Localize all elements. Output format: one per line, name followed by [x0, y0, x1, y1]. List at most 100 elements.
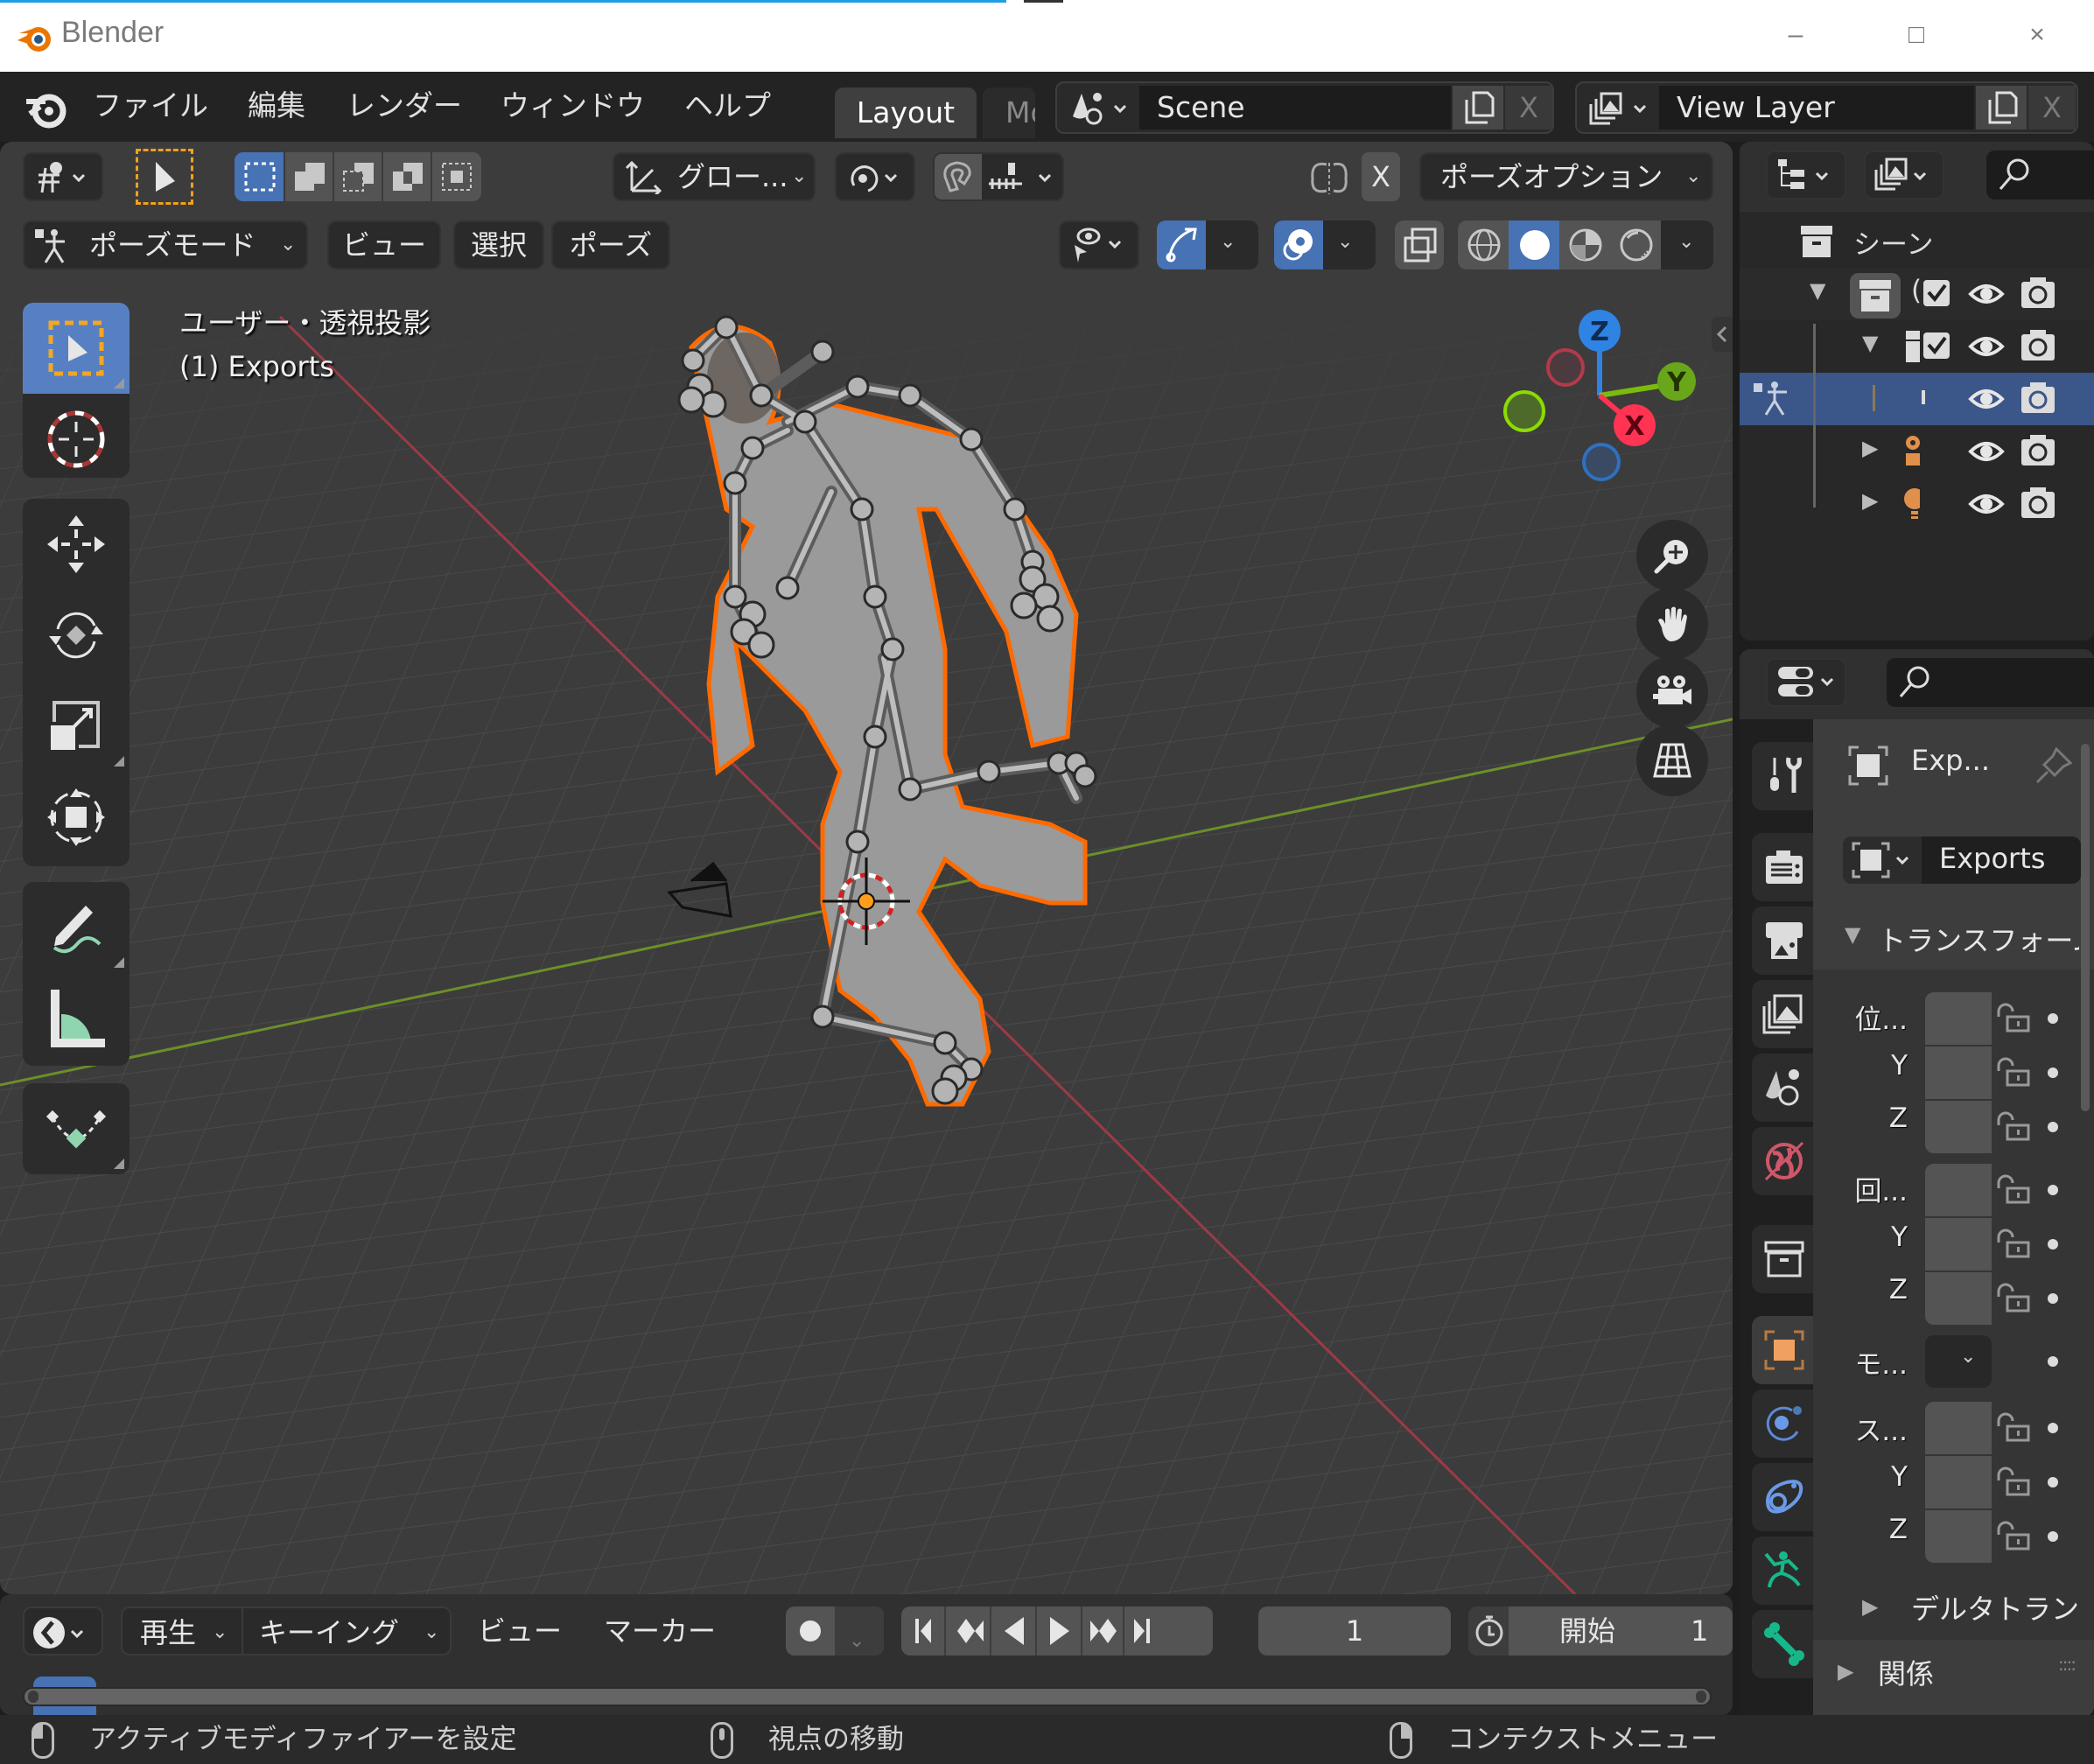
jump-start-icon[interactable]: [915, 1619, 931, 1643]
start-frame-value[interactable]: 1: [1691, 1606, 1708, 1656]
xray-toggle[interactable]: [1395, 220, 1444, 270]
properties-search-input[interactable]: [1887, 658, 2094, 707]
scrollbar-left-handle[interactable]: [28, 1690, 39, 1703]
gizmo-neg-y[interactable]: [1503, 390, 1545, 432]
snap-increment-icon[interactable]: [987, 159, 1061, 194]
select-mode-subtract[interactable]: [334, 152, 383, 201]
sidebar-toggle[interactable]: [1712, 317, 1733, 352]
shading-rendered[interactable]: [1610, 220, 1661, 270]
rotation-z-field[interactable]: [1925, 1272, 1992, 1325]
tab-view-layer[interactable]: [1752, 980, 1822, 1048]
prev-keyframe-icon[interactable]: [957, 1619, 984, 1643]
maximize-button[interactable]: □: [1890, 16, 1943, 54]
scale-y-field[interactable]: [1925, 1456, 1992, 1508]
transform-orientation-dropdown[interactable]: グロー... ⌄: [613, 152, 816, 201]
tab-render[interactable]: [1752, 833, 1822, 901]
close-button[interactable]: ×: [2011, 16, 2063, 54]
tab-world[interactable]: [1752, 1127, 1822, 1195]
play-icon[interactable]: [1050, 1617, 1069, 1645]
menu-pose[interactable]: ポーズ: [551, 220, 670, 270]
relations-panel-header[interactable]: ▶ 関係 ::::: [1813, 1640, 2094, 1717]
outliner-row-scene-collection[interactable]: シーン: [1740, 215, 2094, 268]
play-reverse-icon[interactable]: [1005, 1617, 1024, 1645]
location-z-field[interactable]: [1925, 1101, 1992, 1153]
rotation-y-field[interactable]: [1925, 1218, 1992, 1270]
location-x-field[interactable]: [1925, 992, 1992, 1045]
lock-icon[interactable]: [1995, 1110, 2030, 1144]
shading-wireframe[interactable]: [1458, 220, 1509, 270]
delete-view-layer-button[interactable]: X: [2028, 86, 2076, 130]
keyframe-dot[interactable]: [2048, 1185, 2058, 1195]
select-mode-new[interactable]: [235, 152, 285, 201]
keyframe-dot[interactable]: [2048, 1356, 2058, 1367]
pivot-point-dropdown[interactable]: [835, 152, 915, 201]
mode-dropdown[interactable]: ポーズモード ⌄: [23, 220, 308, 270]
scrollbar-right-handle[interactable]: [1696, 1690, 1706, 1703]
pose-options-dropdown[interactable]: ポーズオプション ⌄: [1419, 152, 1713, 201]
location-y-field[interactable]: [1925, 1046, 1992, 1099]
keyframe-dot[interactable]: [2048, 1122, 2058, 1132]
lock-icon[interactable]: [1995, 1172, 2030, 1208]
scale-z-field[interactable]: [1925, 1510, 1992, 1563]
timeline-marker-menu[interactable]: マーカー: [604, 1606, 726, 1656]
chevron-down-icon[interactable]: ⌄: [1220, 231, 1236, 253]
outliner-display-mode-dropdown[interactable]: [1766, 150, 1846, 200]
x-mirror-toggle[interactable]: X: [1362, 152, 1400, 201]
lock-icon[interactable]: [1995, 1001, 2030, 1036]
keyframe-dot[interactable]: [2048, 1068, 2058, 1078]
navigation-gizmo[interactable]: Z Y X: [1488, 306, 1698, 499]
tool-annotate[interactable]: [23, 882, 130, 973]
tool-measure[interactable]: [23, 973, 130, 1064]
playback-menu[interactable]: 再生: [140, 1608, 196, 1657]
scene-name-field[interactable]: Scene: [1139, 86, 1451, 130]
rotation-x-field[interactable]: [1925, 1164, 1992, 1216]
current-frame-field[interactable]: 1: [1258, 1606, 1451, 1656]
menu-window[interactable]: ウィンドウ: [501, 84, 645, 128]
keying-set-dropdown[interactable]: ⌄: [835, 1606, 884, 1656]
scene-icon[interactable]: [1069, 90, 1139, 127]
next-keyframe-icon[interactable]: [1090, 1619, 1117, 1643]
overlay-toggle[interactable]: [1274, 220, 1323, 270]
tab-scene[interactable]: [1752, 1054, 1822, 1122]
minimize-button[interactable]: –: [1769, 16, 1822, 54]
shading-solid[interactable]: [1509, 220, 1559, 270]
gizmo-neg-x[interactable]: [1546, 348, 1585, 387]
tool-relax-pose[interactable]: [23, 1083, 130, 1174]
tool-cursor[interactable]: [23, 394, 130, 485]
menu-render[interactable]: レンダー: [347, 84, 462, 128]
tool-transform[interactable]: [23, 772, 130, 863]
jump-end-icon[interactable]: [1134, 1619, 1150, 1643]
keyframe-dot[interactable]: [2048, 1477, 2058, 1488]
delta-transform-subpanel[interactable]: デルタトラン: [1911, 1587, 2079, 1628]
object-selector[interactable]: Exports: [1843, 836, 2081, 884]
view-object-types-dropdown[interactable]: [1059, 220, 1139, 270]
new-view-layer-button[interactable]: [1976, 86, 2027, 130]
gizmo-neg-z[interactable]: [1582, 443, 1621, 481]
outliner-filter-dropdown[interactable]: [1864, 150, 1944, 200]
select-mode-intersect[interactable]: [432, 152, 481, 201]
gizmo-toggle[interactable]: [1157, 220, 1206, 270]
timeline-view-menu[interactable]: ビュー: [478, 1606, 565, 1656]
pin-icon[interactable]: [2034, 744, 2076, 786]
drag-handle-icon[interactable]: ::::: [2058, 1654, 2076, 1675]
lock-icon[interactable]: [1995, 1519, 2030, 1554]
lock-icon[interactable]: [1995, 1281, 2030, 1316]
lock-icon[interactable]: [1995, 1227, 2030, 1262]
transform-panel-header[interactable]: ▼ トランスフォーム: [1813, 912, 2094, 970]
ortho-toggle-button[interactable]: [1636, 724, 1708, 796]
editor-type-dropdown[interactable]: [23, 1606, 103, 1656]
delta-expand-icon[interactable]: ▶: [1862, 1594, 1878, 1619]
scale-x-field[interactable]: [1925, 1402, 1992, 1454]
shading-material-preview[interactable]: [1559, 220, 1610, 270]
snap-toggle[interactable]: [935, 154, 982, 200]
properties-scrollbar[interactable]: [2081, 744, 2090, 1111]
camera-render-icon[interactable]: [2021, 277, 2055, 518]
menu-file[interactable]: ファイル: [93, 84, 208, 128]
tool-move[interactable]: [23, 499, 130, 590]
menu-select[interactable]: 選択: [453, 220, 544, 270]
select-mode-extend[interactable]: [285, 152, 334, 201]
new-scene-button[interactable]: [1453, 86, 1503, 130]
select-tool-indicator[interactable]: [136, 149, 193, 205]
zoom-view-button[interactable]: [1636, 520, 1708, 592]
tab-object-data-armature[interactable]: [1752, 1536, 1822, 1605]
